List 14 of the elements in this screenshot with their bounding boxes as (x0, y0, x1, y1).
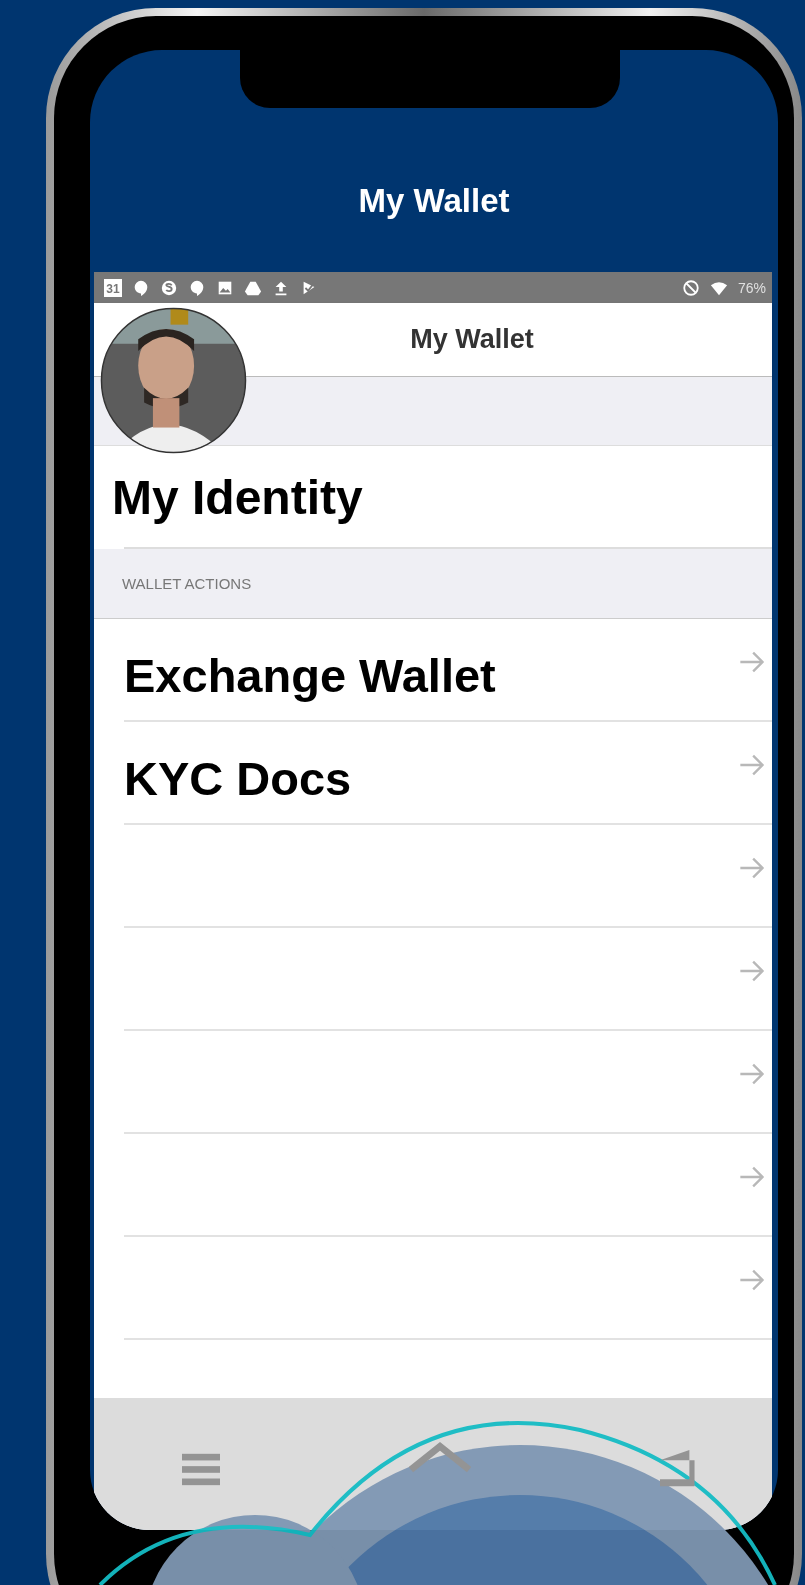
skype-icon (160, 278, 178, 297)
chat-bubble-icon (132, 278, 150, 297)
action-row[interactable]: Exchange Wallet (94, 619, 772, 722)
chevron-up-icon[interactable] (409, 1442, 471, 1474)
chat-bubble-icon (188, 278, 206, 297)
app-bar-title: My Wallet (410, 324, 534, 355)
do-not-disturb-icon (681, 278, 700, 297)
header-title: My Wallet (358, 182, 510, 220)
calendar-icon: 31 (104, 278, 122, 297)
share-icon[interactable] (660, 1450, 698, 1488)
section-title: WALLET ACTIONS (122, 575, 252, 592)
identity-row[interactable]: My Identity (94, 446, 772, 549)
battery-level: 76% (737, 279, 766, 296)
action-row[interactable]: KYC Docs (94, 722, 772, 825)
